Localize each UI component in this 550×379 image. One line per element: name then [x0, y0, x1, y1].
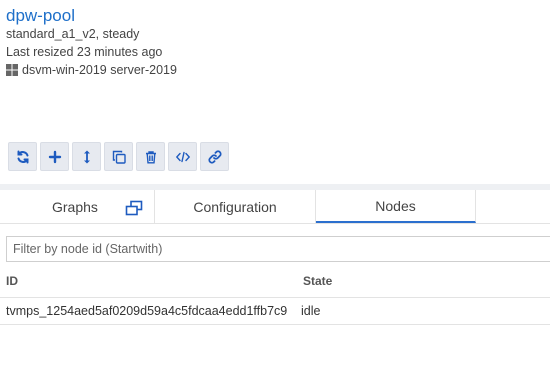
code-button[interactable] [168, 142, 197, 171]
tab-graphs[interactable]: Graphs [0, 190, 155, 223]
tab-nodes[interactable]: Nodes [316, 190, 476, 223]
code-icon [175, 151, 190, 162]
pool-os-label: dsvm-win-2019 server-2019 [22, 63, 177, 77]
refresh-button[interactable] [8, 142, 37, 171]
link-button[interactable] [200, 142, 229, 171]
node-state-cell: idle [301, 304, 321, 318]
node-filter-input[interactable] [6, 236, 550, 262]
link-icon [207, 149, 222, 164]
column-header-state[interactable]: State [303, 274, 332, 288]
clone-icon [112, 150, 126, 164]
pool-vm-state: standard_a1_v2, steady [6, 27, 140, 41]
windows-icon [6, 64, 18, 76]
table-row[interactable]: tvmps_1254aed5af0209d59a4c5fdcaa4edd1ffb… [0, 298, 550, 325]
node-id-cell: tvmps_1254aed5af0209d59a4c5fdcaa4edd1ffb… [6, 304, 288, 318]
pool-last-resized: Last resized 23 minutes ago [6, 45, 163, 59]
tab-configuration[interactable]: Configuration [155, 190, 316, 223]
add-button[interactable] [40, 142, 69, 171]
clone-button[interactable] [104, 142, 133, 171]
column-header-id[interactable]: ID [6, 274, 18, 288]
resize-button[interactable] [72, 142, 101, 171]
refresh-icon [17, 150, 28, 163]
pool-os: dsvm-win-2019 server-2019 [6, 63, 177, 77]
tab-graphs-label: Graphs [52, 199, 98, 215]
pool-title[interactable]: dpw-pool [6, 6, 75, 26]
delete-icon [145, 150, 156, 163]
tab-configuration-label: Configuration [193, 198, 277, 215]
popout-icon[interactable] [125, 200, 143, 216]
delete-button[interactable] [136, 142, 165, 171]
tab-bar: Graphs Configuration Nodes [0, 190, 550, 224]
tab-nodes-label: Nodes [375, 197, 416, 214]
add-icon [48, 150, 61, 163]
pool-toolbar [8, 142, 229, 171]
resize-icon [83, 150, 90, 163]
